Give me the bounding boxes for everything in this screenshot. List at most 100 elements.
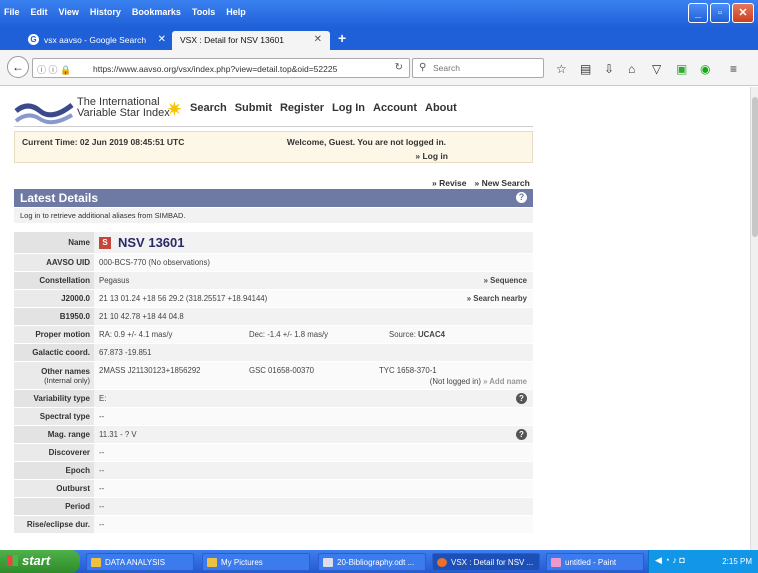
other-names-title: Other names (41, 366, 90, 376)
task-label: untitled - Paint (565, 558, 617, 567)
nav-account[interactable]: Account (373, 102, 417, 114)
j2000-value: 21 13 01.24 +18 56 29.2 (318.25517 +18.9… (94, 290, 533, 307)
menu-tools[interactable]: Tools (192, 7, 215, 17)
other-names-value: 2MASS J21130123+1856292 GSC 01658-00370 … (94, 362, 533, 389)
minimize-button[interactable]: _ (688, 3, 708, 23)
mag-range-text: 11.31 - ? V (99, 430, 137, 439)
discoverer-label: Discoverer (14, 444, 94, 461)
status-box: Current Time: 02 Jun 2019 08:45:51 UTC W… (14, 131, 533, 163)
auid-value: 000-BCS-770 (No observations) (94, 254, 533, 271)
row-b1950: B1950.0 21 10 42.78 +18 44 04.8 (14, 308, 533, 326)
tray-icons[interactable]: ◀ ◔ ♪ ◘ (655, 555, 685, 566)
start-label: start (22, 553, 51, 568)
new-tab-icon[interactable]: + (338, 30, 346, 46)
revise-link[interactable]: » Revise (432, 178, 467, 188)
header-divider (14, 126, 533, 127)
other-name-2mass: 2MASS J21130123+1856292 (99, 366, 201, 375)
search-nearby-link[interactable]: » Search nearby (467, 294, 527, 303)
mag-range-value: 11.31 - ? V ? (94, 426, 533, 443)
search-icon: ⚲ (419, 62, 427, 73)
period-label: Period (14, 498, 94, 515)
help-icon[interactable]: ? (516, 192, 527, 203)
auid-label: AAVSO UID (14, 254, 94, 271)
nav-search[interactable]: Search (190, 102, 227, 114)
nav-login[interactable]: Log In (332, 102, 365, 114)
menu-icon[interactable]: ≡ (730, 62, 737, 76)
row-other-names: Other names (Internal only) 2MASS J21130… (14, 362, 533, 390)
row-epoch: Epoch -- (14, 462, 533, 480)
menu-history[interactable]: History (90, 7, 121, 17)
details-table: Name S NSV 13601 AAVSO UID 000-BCS-770 (… (14, 232, 533, 534)
document-icon (323, 558, 333, 567)
nav-submit[interactable]: Submit (235, 102, 272, 114)
task-my-pictures[interactable]: My Pictures (202, 553, 310, 571)
new-search-link[interactable]: » New Search (475, 178, 530, 188)
reading-list-icon[interactable]: ▤ (580, 62, 591, 76)
task-bibliography[interactable]: 20-Bibliography.odt ... (318, 553, 426, 571)
back-button[interactable]: ← (7, 56, 29, 78)
b1950-value: 21 10 42.78 +18 44 04.8 (94, 308, 533, 325)
search-input[interactable] (433, 62, 537, 74)
sequence-link[interactable]: » Sequence (484, 276, 527, 285)
site-logo-text[interactable]: The International Variable Star Index (77, 97, 170, 119)
login-link[interactable]: » Log in (415, 151, 448, 161)
home-icon[interactable]: ⌂ (628, 62, 635, 76)
task-vsx-firefox[interactable]: VSX : Detail for NSV ... (432, 553, 540, 571)
add-name-area: (Not logged in) » Add name (430, 377, 527, 386)
menu-view[interactable]: View (59, 7, 79, 17)
constellation-label: Constellation (14, 272, 94, 289)
add-name-link[interactable]: » Add name (483, 377, 527, 386)
tab-vsx-detail[interactable]: VSX : Detail for NSV 13601 ✕ (172, 31, 330, 50)
row-galactic: Galactic coord. 67.873 -19.851 (14, 344, 533, 362)
clock[interactable]: 2:15 PM (722, 557, 752, 566)
firefox-icon (437, 558, 447, 567)
site-info-icon[interactable]: ⓘ ⓘ 🔒 (37, 63, 71, 76)
nav-about[interactable]: About (425, 102, 457, 114)
tab-google-search[interactable]: G vsx aavso - Google Search ✕ (18, 31, 174, 50)
bookmark-star-icon[interactable]: ☆ (556, 62, 567, 76)
star-name: NSV 13601 (118, 235, 185, 250)
discoverer-value: -- (94, 444, 533, 461)
menu-file[interactable]: File (4, 7, 20, 17)
help-icon[interactable]: ? (516, 429, 527, 440)
logo-line-2: Variable Star Index (77, 107, 170, 119)
url-text[interactable]: https://www.aavso.org/vsx/index.php?view… (93, 64, 337, 74)
page-scrollbar[interactable] (750, 87, 758, 550)
close-tab-icon[interactable]: ✕ (158, 34, 166, 45)
spectral-value: -- (94, 408, 533, 425)
help-icon[interactable]: ? (516, 393, 527, 404)
nav-register[interactable]: Register (280, 102, 324, 114)
menu-edit[interactable]: Edit (31, 7, 48, 17)
row-mag-range: Mag. range 11.31 - ? V ? (14, 426, 533, 444)
search-box[interactable]: ⚲ (412, 58, 544, 78)
pm-dec: Dec: -1.4 +/- 1.8 mas/y (249, 330, 329, 339)
extension-icon[interactable]: ▣ (676, 62, 687, 76)
menu-bookmarks[interactable]: Bookmarks (132, 7, 181, 17)
start-button[interactable]: start (0, 550, 80, 573)
download-icon[interactable]: ⇩ (604, 62, 614, 76)
url-bar[interactable]: ⓘ ⓘ 🔒 https://www.aavso.org/vsx/index.ph… (32, 58, 410, 78)
pm-source-value: UCAC4 (418, 330, 445, 339)
constellation-value: Pegasus » Sequence (94, 272, 533, 289)
spectral-label: Spectral type (14, 408, 94, 425)
grammarly-icon[interactable]: ◉ (700, 62, 710, 76)
task-paint[interactable]: untitled - Paint (546, 553, 644, 571)
close-window-button[interactable]: ✕ (732, 3, 754, 23)
paint-icon (551, 558, 561, 567)
maximize-button[interactable]: ▫ (710, 3, 730, 23)
pocket-icon[interactable]: ▽ (652, 62, 661, 76)
not-logged-note: (Not logged in) (429, 377, 481, 386)
task-data-analysis[interactable]: DATA ANALYSIS (86, 553, 194, 571)
name-label: Name (14, 232, 94, 253)
simbad-login-message: Log in to retrieve additional aliases fr… (14, 208, 533, 223)
menu-help[interactable]: Help (226, 7, 246, 17)
tab-strip: G vsx aavso - Google Search ✕ VSX : Deta… (0, 28, 758, 50)
menu-bar: File Edit View History Bookmarks Tools H… (4, 7, 246, 17)
proper-motion-label: Proper motion (14, 326, 94, 343)
outburst-label: Outburst (14, 480, 94, 497)
close-tab-icon[interactable]: ✕ (314, 34, 322, 45)
reload-icon[interactable]: ↻ (395, 62, 403, 73)
title-bar: File Edit View History Bookmarks Tools H… (0, 0, 758, 28)
scroll-thumb[interactable] (752, 97, 758, 237)
b1950-label: B1950.0 (14, 308, 94, 325)
